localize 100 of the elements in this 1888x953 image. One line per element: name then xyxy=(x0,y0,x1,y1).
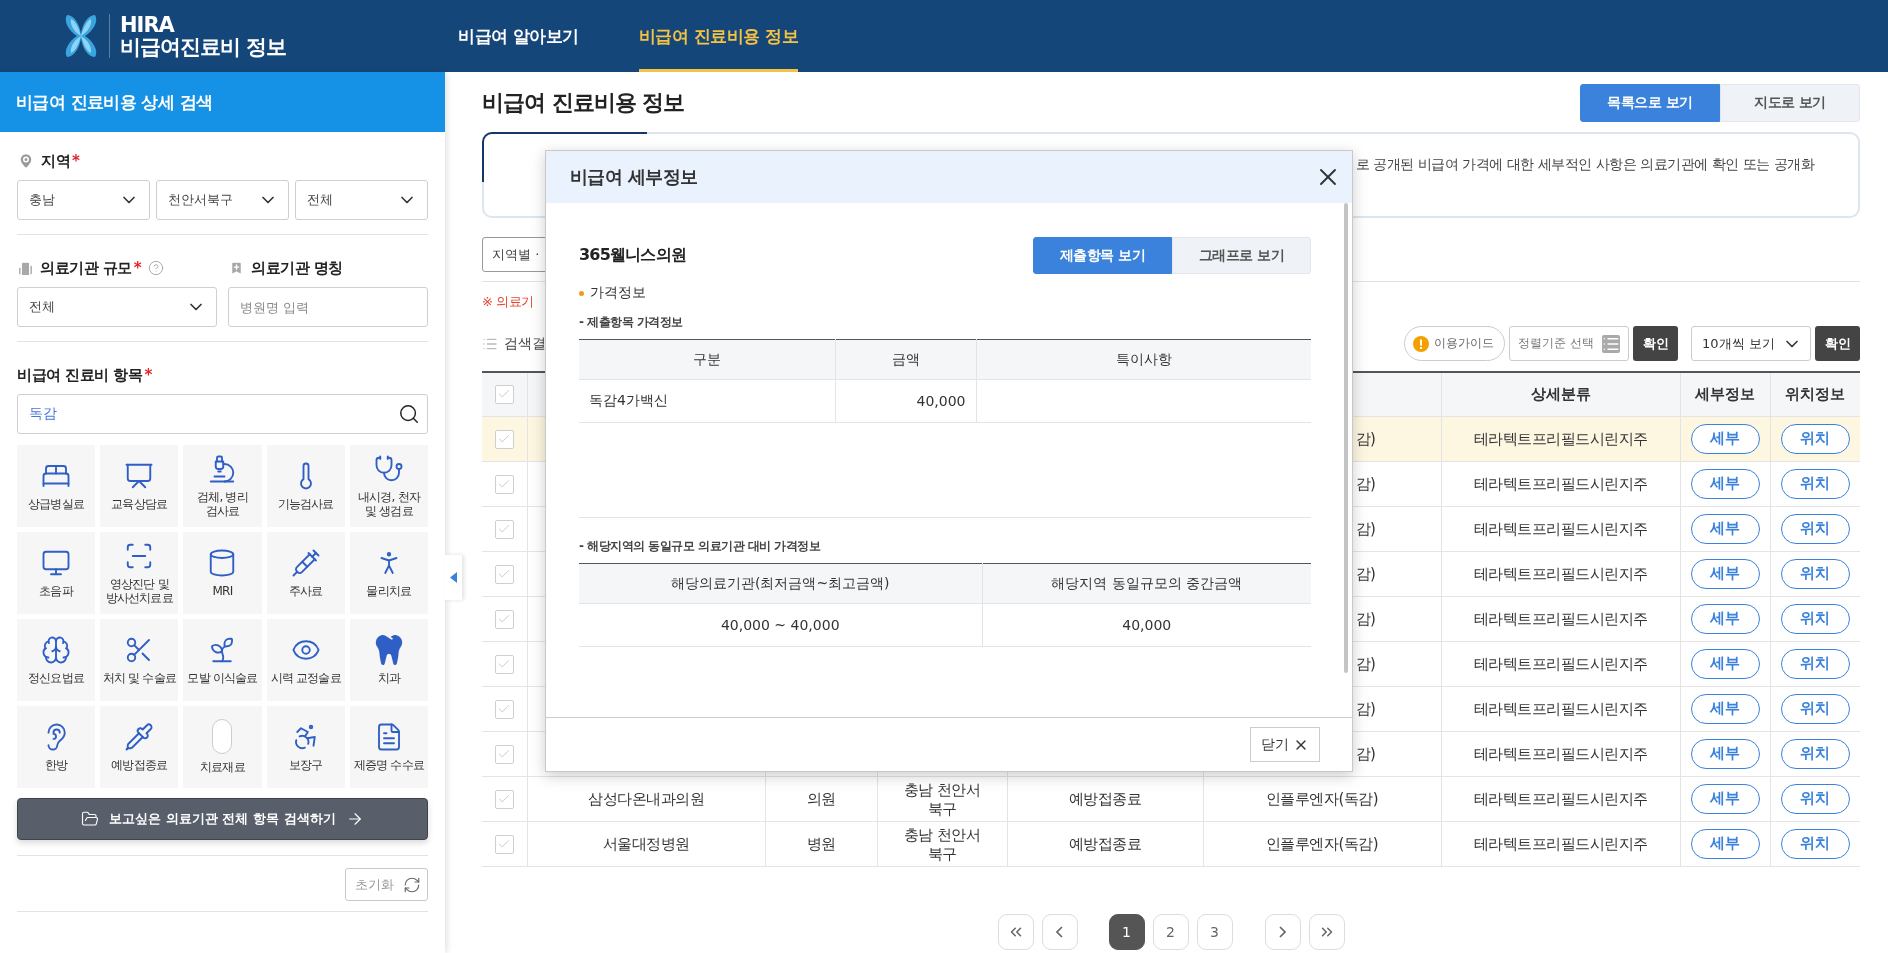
close-button[interactable]: 닫기 xyxy=(1250,727,1320,762)
location-button[interactable]: 위치 xyxy=(1780,468,1850,499)
collapse-button[interactable] xyxy=(445,555,462,600)
detail-button[interactable]: 세부 xyxy=(1690,558,1760,589)
checkbox[interactable] xyxy=(494,789,514,809)
chevron-right-icon xyxy=(1279,925,1286,938)
checkbox[interactable] xyxy=(494,519,514,539)
check-icon xyxy=(497,792,512,806)
confirm-button[interactable]: 확인 xyxy=(1633,326,1678,361)
table-cell: 40,000 ~ 40,000 xyxy=(579,603,982,647)
location-button[interactable]: 위치 xyxy=(1780,828,1850,859)
scale-select[interactable]: 전체 xyxy=(17,287,217,327)
checkbox[interactable] xyxy=(494,744,514,764)
refresh-icon xyxy=(403,875,421,894)
category-tile[interactable]: 초음파 xyxy=(17,532,96,614)
confirm-button[interactable]: 확인 xyxy=(1815,326,1860,361)
table-cell: 인플루엔자(독감) xyxy=(1265,790,1379,808)
checkbox[interactable] xyxy=(494,384,514,404)
view-toggle[interactable]: 지도로 보기 xyxy=(1720,84,1860,122)
category-tile[interactable]: MRI xyxy=(183,532,262,614)
checkbox[interactable] xyxy=(494,699,514,719)
checkbox[interactable] xyxy=(494,564,514,584)
detail-button[interactable]: 세부 xyxy=(1690,738,1760,769)
category-tile[interactable]: 교육상담료 xyxy=(100,445,179,527)
check-icon xyxy=(497,657,512,671)
caret-icon xyxy=(450,572,457,583)
detail-button[interactable]: 세부 xyxy=(1690,603,1760,634)
checkbox[interactable] xyxy=(494,429,514,449)
category-tile[interactable]: 기능검사료 xyxy=(266,445,345,527)
table-cell: 감) xyxy=(1355,700,1376,718)
region-select[interactable]: 전체 xyxy=(295,180,428,220)
location-button[interactable]: 위치 xyxy=(1780,693,1850,724)
view-toggle[interactable]: 제출항목 보기 xyxy=(1033,237,1172,274)
location-button[interactable]: 위치 xyxy=(1780,513,1850,544)
category-tile[interactable]: 모발 이식술료 xyxy=(183,619,262,701)
detail-button[interactable]: 세부 xyxy=(1690,828,1760,859)
page-button[interactable]: 2 xyxy=(1152,913,1189,950)
detail-button[interactable]: 세부 xyxy=(1690,783,1760,814)
detail-button[interactable]: 세부 xyxy=(1690,693,1760,724)
sort-select[interactable]: 정렬기준 선택 xyxy=(1509,326,1629,361)
category-tile[interactable]: 예방접종료 xyxy=(100,706,179,788)
next-page-button[interactable] xyxy=(1264,913,1301,950)
detail-button[interactable]: 세부 xyxy=(1690,423,1760,454)
category-tile[interactable]: 시력 교정술료 xyxy=(266,619,345,701)
category-tile[interactable]: 영상진단 및 방사선치료료 xyxy=(100,532,179,614)
page-size-select[interactable]: 10개씩 보기 xyxy=(1691,326,1811,361)
page-button[interactable]: 3 xyxy=(1196,913,1233,950)
column-header: 구분 xyxy=(579,339,835,380)
checkbox[interactable] xyxy=(494,609,514,629)
region-select[interactable]: 천안서북구 xyxy=(156,180,289,220)
category-tile[interactable]: 내시경, 천자 및 생검료 xyxy=(349,445,428,527)
table-cell: 감) xyxy=(1355,430,1376,448)
guide-button[interactable]: 이용가이드 xyxy=(1404,326,1505,361)
region-select[interactable]: 충남 xyxy=(17,180,150,220)
location-button[interactable]: 위치 xyxy=(1780,648,1850,679)
search-all-button[interactable]: 보고싶은 의료기관 전체 항목 검색하기 xyxy=(17,798,428,840)
category-tile[interactable]: 주사료 xyxy=(266,532,345,614)
search-icon[interactable] xyxy=(398,403,420,425)
location-button[interactable]: 위치 xyxy=(1780,558,1850,589)
category-tile[interactable]: 치과 xyxy=(349,619,428,701)
location-button[interactable]: 위치 xyxy=(1780,603,1850,634)
table-row[interactable]: 서울대정병원 병원 충남 천안서 북구 예방접종료 인플루엔자(독감) 테라텍트프리필드시린지주 세부 위치 xyxy=(482,821,1860,866)
table-cell: 충남 천안서 북구 xyxy=(903,780,981,818)
nav-tab[interactable]: 비급여 알아보기 xyxy=(458,0,579,72)
category-tile[interactable]: 처치 및 수술료 xyxy=(100,619,179,701)
name-input[interactable]: 병원명 입력 xyxy=(228,287,428,327)
previous-page-button[interactable] xyxy=(1041,913,1078,950)
detail-button[interactable]: 세부 xyxy=(1690,513,1760,544)
detail-button[interactable]: 세부 xyxy=(1690,648,1760,679)
category-tile[interactable]: 물리치료 xyxy=(349,532,428,614)
table-cell: 감) xyxy=(1355,565,1376,583)
checkbox[interactable] xyxy=(494,834,514,854)
checkbox[interactable] xyxy=(494,474,514,494)
category-tile[interactable]: 제증명 수수료 xyxy=(349,706,428,788)
page-button[interactable]: 1 xyxy=(1108,913,1145,950)
location-button[interactable]: 위치 xyxy=(1780,738,1850,769)
alert-icon xyxy=(1413,335,1429,352)
first-page-button[interactable] xyxy=(997,913,1034,950)
checkbox[interactable] xyxy=(494,654,514,674)
table-row[interactable]: 삼성다온내과의원 의원 충남 천안서 북구 예방접종료 인플루엔자(독감) 테라텍트프리필드시린지주 세부 위치 xyxy=(482,776,1860,821)
nav-tab[interactable]: 비급여 진료비용 정보 xyxy=(638,0,799,72)
table-cell: 테라텍트프리필드시린지주 xyxy=(1473,700,1648,718)
category-tile[interactable]: 상급병실료 xyxy=(17,445,96,527)
category-tile[interactable]: 치료재료 xyxy=(183,706,262,788)
table-cell: 테라텍트프리필드시린지주 xyxy=(1473,790,1648,808)
view-toggle[interactable]: 목록으로 보기 xyxy=(1580,84,1720,122)
table-cell: 테라텍트프리필드시린지주 xyxy=(1473,475,1648,493)
category-tile[interactable]: 검체, 병리 검사료 xyxy=(183,445,262,527)
location-button[interactable]: 위치 xyxy=(1780,423,1850,454)
table-cell: 테라텍트프리필드시린지주 xyxy=(1473,745,1648,763)
location-button[interactable]: 위치 xyxy=(1780,783,1850,814)
category-tile[interactable]: 보장구 xyxy=(266,706,345,788)
detail-button[interactable]: 세부 xyxy=(1690,468,1760,499)
category-tile[interactable]: 정신요법료 xyxy=(17,619,96,701)
table-cell: 40,000 xyxy=(982,603,1311,647)
last-page-button[interactable] xyxy=(1308,913,1345,950)
help-icon[interactable] xyxy=(147,260,164,276)
search-field[interactable]: 독감 xyxy=(17,394,428,434)
view-toggle[interactable]: 그래프로 보기 xyxy=(1172,237,1311,274)
category-tile[interactable]: 한방 xyxy=(17,706,96,788)
